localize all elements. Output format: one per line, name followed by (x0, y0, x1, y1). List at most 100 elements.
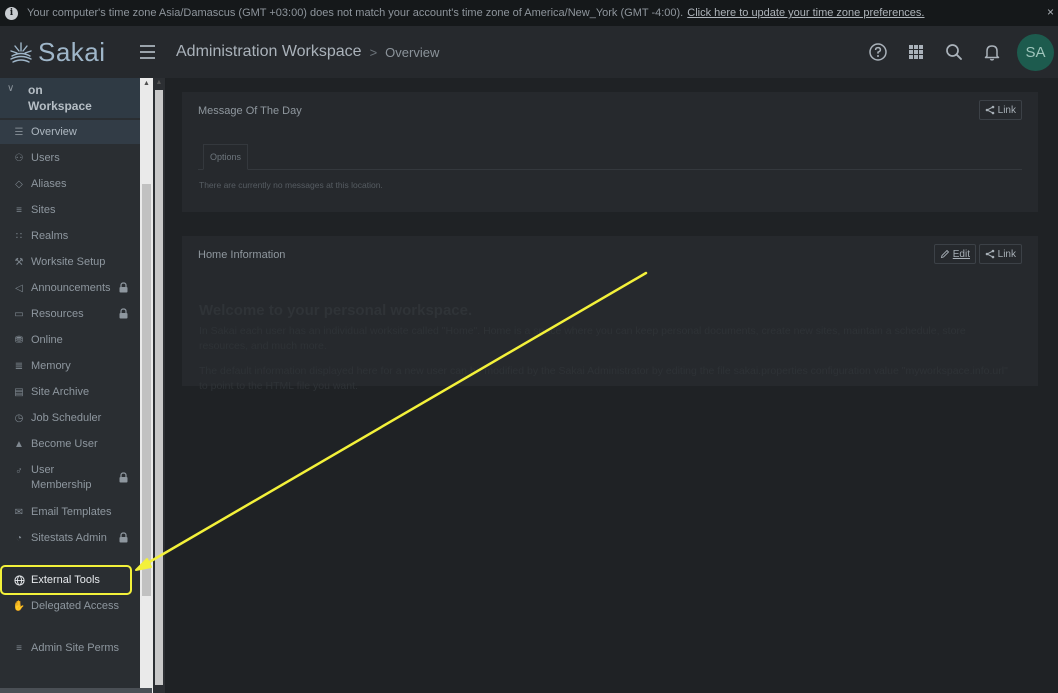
link-label: Link (997, 248, 1016, 260)
sidebar-item-become-user[interactable]: ▲ Become User (0, 432, 140, 456)
sidebar-item-label: Email Templates (31, 506, 112, 518)
lock-icon (119, 282, 128, 293)
site-title-line1: on (28, 83, 43, 97)
envelope-icon: ✉ (14, 506, 24, 518)
archive-icon: ▤ (14, 386, 24, 398)
timezone-message: Your computer's time zone Asia/Damascus … (27, 7, 684, 19)
breadcrumb-separator: > (369, 44, 378, 60)
sidebar-item-label: Sitestats Admin (31, 532, 107, 544)
close-banner-button[interactable]: × (1047, 5, 1054, 19)
header-actions: SA (859, 26, 1058, 78)
search-icon[interactable] (935, 33, 973, 71)
sidebar-item-label: Memory (31, 360, 71, 372)
globe-icon (13, 574, 25, 586)
wrench-icon: ⚒ (14, 256, 24, 268)
incognito-icon: ▲ (14, 438, 24, 450)
sidebar-item-label: User Membership (31, 463, 92, 493)
lock-icon (119, 532, 128, 543)
scroll-thumb[interactable] (142, 184, 151, 596)
sidebar-item-email-templates[interactable]: ✉ Email Templates (0, 500, 140, 524)
sidebar-item-label: Users (31, 152, 60, 164)
apps-grid-icon[interactable] (897, 33, 935, 71)
share-icon (985, 105, 994, 115)
sidebar-item-overview[interactable]: ☰ Overview (0, 120, 140, 144)
logo-text: Sakai (38, 36, 106, 67)
sidebar-scrollbar[interactable]: ▲ (140, 78, 153, 693)
sidebar-item-delegated-access[interactable]: ✋ Delegated Access (0, 594, 140, 618)
sidebar-item-admin-site-perms[interactable]: ≡ Admin Site Perms (0, 636, 140, 660)
database-icon: ⛃ (14, 334, 24, 346)
sakai-flower-icon (10, 42, 32, 63)
sidebar-item-users[interactable]: ⚇ Users (0, 146, 140, 170)
edit-button[interactable]: Edit (933, 244, 976, 264)
scroll-thumb[interactable] (155, 90, 163, 685)
app-root: i Your computer's time zone Asia/Damascu… (0, 0, 1058, 693)
menu-toggle-button[interactable] (132, 37, 162, 67)
user-avatar[interactable]: SA (1017, 33, 1054, 71)
sidebar-item-label: Aliases (31, 178, 67, 190)
realms-icon: ∷ (15, 230, 23, 242)
sidebar-item-online[interactable]: ⛃ Online (0, 328, 140, 352)
sidebar-item-job-scheduler[interactable]: ◷ Job Scheduler (0, 406, 140, 430)
sliders-icon: ≡ (16, 642, 22, 654)
timezone-preferences-link[interactable]: Click here to update your time zone pref… (687, 7, 924, 19)
tab-options[interactable]: Options (203, 144, 249, 170)
motd-tabs: Options (198, 144, 1022, 170)
top-header: Sakai Administration Workspace > Overvie… (0, 26, 1058, 78)
tool-sidebar: ∨ on Workspace ☰ Overview ⚇ Users ◇ Alia… (0, 78, 140, 693)
tag-icon: ◇ (15, 178, 23, 190)
welcome-paragraph-1: In Sakai each user has an individual wor… (199, 325, 966, 352)
info-icon: i (5, 6, 18, 20)
sidebar-item-label: Realms (31, 230, 69, 242)
sidebar-item-label: Become User (31, 438, 98, 450)
help-icon[interactable] (859, 33, 897, 71)
sidebar-item-memory[interactable]: ≣ Memory (0, 354, 140, 378)
motd-link-button[interactable]: Link (978, 100, 1022, 120)
sidebar-item-sitestats-admin[interactable]: ◔ Sitestats Admin (0, 526, 140, 550)
sidebar-item-aliases[interactable]: ◇ Aliases (0, 172, 140, 196)
home-info-title: Home Information (198, 249, 286, 261)
scroll-up-arrow-icon[interactable]: ▲ (155, 79, 163, 87)
label-line1: User (31, 464, 55, 476)
sidebar-item-site-archive[interactable]: ▤ Site Archive (0, 380, 140, 404)
share-icon (985, 249, 994, 259)
sidebar-item-realms[interactable]: ∷ Realms (0, 224, 140, 248)
sidebar-bottom-bar (0, 688, 152, 693)
sakai-logo[interactable]: Sakai (0, 26, 130, 78)
bell-icon[interactable] (973, 33, 1011, 71)
sidebar-item-label: External Tools (31, 574, 100, 586)
sidebar-item-announcements[interactable]: ◁ Announcements (0, 276, 140, 300)
sidebar-item-label: Announcements (31, 282, 111, 294)
sidebar-site-title[interactable]: ∨ on Workspace (0, 78, 140, 118)
memory-icon: ≣ (14, 360, 24, 372)
breadcrumb-site-link[interactable]: Administration Workspace (176, 43, 362, 61)
users-icon: ⚇ (14, 152, 24, 164)
clock-icon: ◷ (14, 412, 24, 424)
sidebar-item-worksite-setup[interactable]: ⚒ Worksite Setup (0, 250, 140, 274)
sidebar-item-sites[interactable]: ≡ Sites (0, 198, 140, 222)
sidebar-item-label: Sites (31, 204, 56, 216)
lock-icon (119, 472, 128, 483)
chevron-down-icon: ∨ (7, 83, 15, 94)
lock-icon (119, 308, 128, 319)
motd-panel: Message Of The Day Link Options There ar… (182, 92, 1038, 212)
breadcrumb-page: Overview (385, 44, 440, 60)
sidebar-item-external-tools[interactable]: External Tools (0, 565, 132, 595)
secondary-scrollbar[interactable]: ▲ (153, 78, 165, 693)
welcome-paragraph-2: The default information displayed here f… (199, 365, 1008, 392)
main-content: Message Of The Day Link Options There ar… (166, 78, 1058, 693)
sidebar-item-label: Job Scheduler (31, 412, 102, 424)
sidebar-item-resources[interactable]: ▭ Resources (0, 302, 140, 326)
home-link-button[interactable]: Link (978, 244, 1022, 264)
empty-message: There are currently no messages at this … (199, 180, 383, 190)
home-info-panel: Home Information Edit Link Welcome to yo… (182, 236, 1038, 392)
sidebar-item-user-membership[interactable]: ♂ User Membership (0, 460, 140, 494)
edit-label: Edit (952, 248, 970, 260)
megaphone-icon: ◁ (15, 282, 23, 294)
sites-icon: ≡ (16, 204, 22, 216)
user-icon: ♂ (15, 465, 23, 477)
sidebar-item-label: Overview (31, 126, 77, 138)
welcome-heading: Welcome to your personal workspace. (199, 302, 473, 319)
site-title-line2: Workspace (28, 99, 92, 113)
scroll-up-arrow-icon[interactable]: ▲ (142, 80, 151, 88)
